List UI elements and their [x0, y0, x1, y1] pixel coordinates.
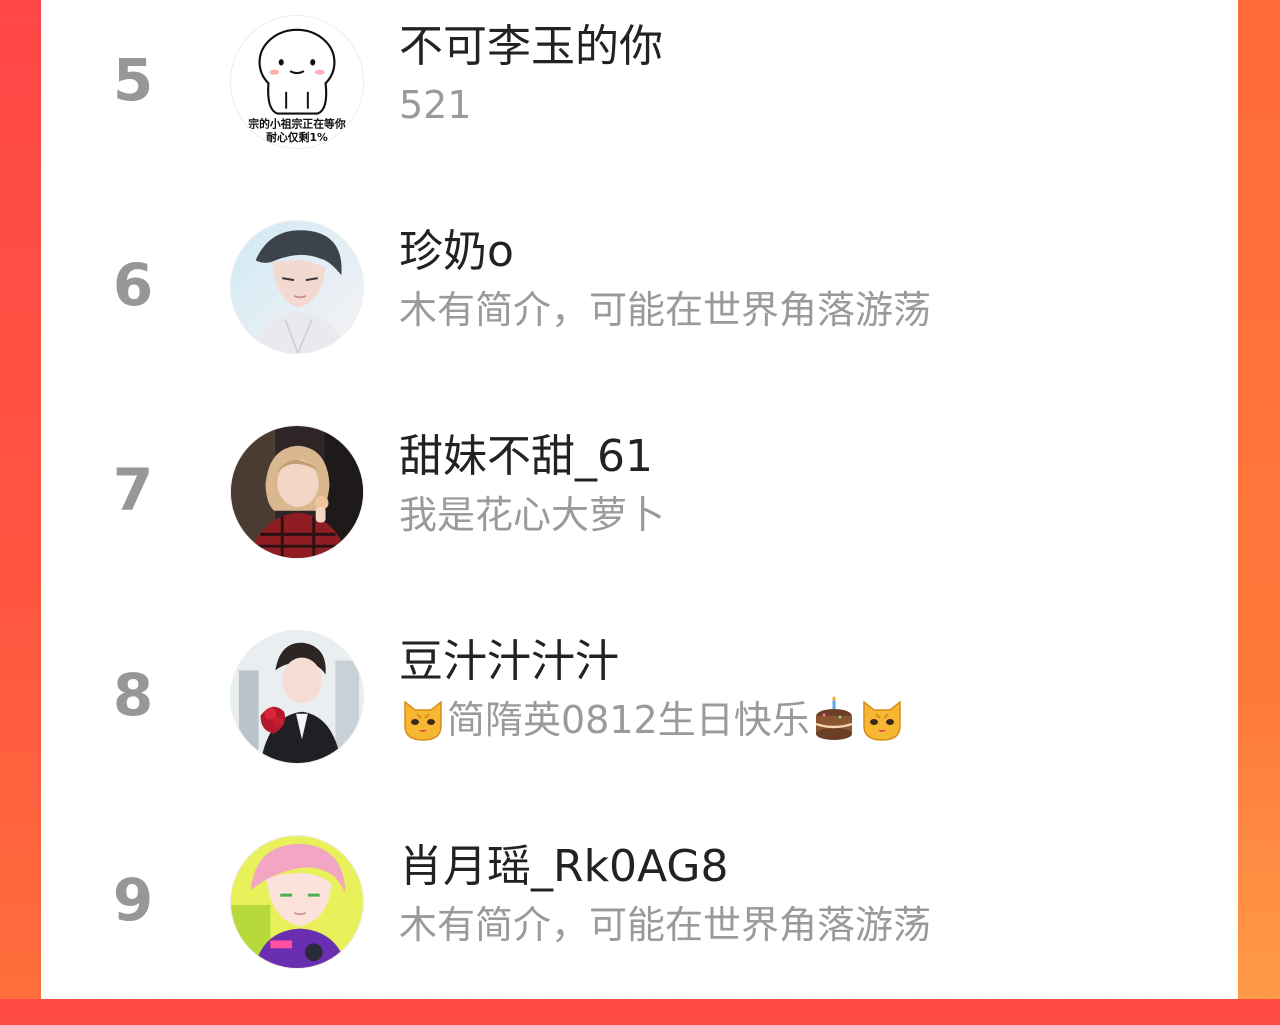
- rank-number: 6: [112, 251, 154, 319]
- cat-face-icon: [858, 696, 906, 744]
- user-avatar[interactable]: 宗的小祖宗正在等你 耐心仅剩1%: [230, 15, 364, 149]
- rank-number: 9: [112, 866, 154, 934]
- user-name[interactable]: 珍奶o: [399, 223, 514, 281]
- cat-face-icon: [399, 696, 447, 744]
- anime-suit-man-avatar: [231, 631, 363, 763]
- bio-text: 简隋英0812生日快乐: [447, 698, 810, 742]
- ranking-row-9[interactable]: 9 肖月瑶_Rk0AG8 木有简介，可能在世界角落游荡: [41, 820, 1238, 1025]
- background-right-edge: [1238, 0, 1280, 999]
- rank-number: 8: [112, 661, 154, 729]
- ranking-row-8[interactable]: 8 豆汁汁汁汁 简隋英0812生日快乐: [41, 615, 1238, 820]
- ranking-list-card: 5 宗的小祖宗正在等你 耐心仅剩1% 不可李玉的你 521 6 珍奶o 木有简介…: [41, 0, 1238, 999]
- user-avatar[interactable]: [230, 835, 364, 969]
- user-bio: 木有简介，可能在世界角落游荡: [399, 288, 932, 332]
- user-name[interactable]: 不可李玉的你: [399, 18, 663, 76]
- user-name[interactable]: 甜妹不甜_61: [399, 428, 653, 486]
- user-name[interactable]: 豆汁汁汁汁: [399, 633, 619, 691]
- avatar-caption-line-2: 耐心仅剩1%: [266, 130, 328, 144]
- cartoon-blob-avatar: 宗的小祖宗正在等你 耐心仅剩1%: [231, 16, 363, 148]
- user-avatar[interactable]: [230, 630, 364, 764]
- anime-boy-avatar: [231, 221, 363, 353]
- user-bio: 521: [399, 83, 472, 127]
- user-bio: 简隋英0812生日快乐: [399, 695, 906, 745]
- user-bio: 我是花心大萝卜: [399, 493, 666, 537]
- user-avatar[interactable]: [230, 220, 364, 354]
- ranking-row-5[interactable]: 5 宗的小祖宗正在等你 耐心仅剩1% 不可李玉的你 521: [41, 0, 1238, 205]
- user-bio: 木有简介，可能在世界角落游荡: [399, 903, 932, 947]
- rank-number: 5: [112, 46, 154, 114]
- ranking-row-7[interactable]: 7 甜妹不甜_61 我是花心大萝卜: [41, 410, 1238, 615]
- photo-girl-avatar: [231, 426, 363, 558]
- anime-pink-hair-avatar: [231, 836, 363, 968]
- user-avatar[interactable]: [230, 425, 364, 559]
- rank-number: 7: [112, 456, 154, 524]
- ranking-row-6[interactable]: 6 珍奶o 木有简介，可能在世界角落游荡: [41, 205, 1238, 410]
- user-name[interactable]: 肖月瑶_Rk0AG8: [399, 838, 728, 896]
- background-left-edge: [0, 0, 41, 999]
- birthday-cake-icon: [810, 695, 858, 744]
- avatar-caption-line-1: 宗的小祖宗正在等你: [248, 116, 346, 130]
